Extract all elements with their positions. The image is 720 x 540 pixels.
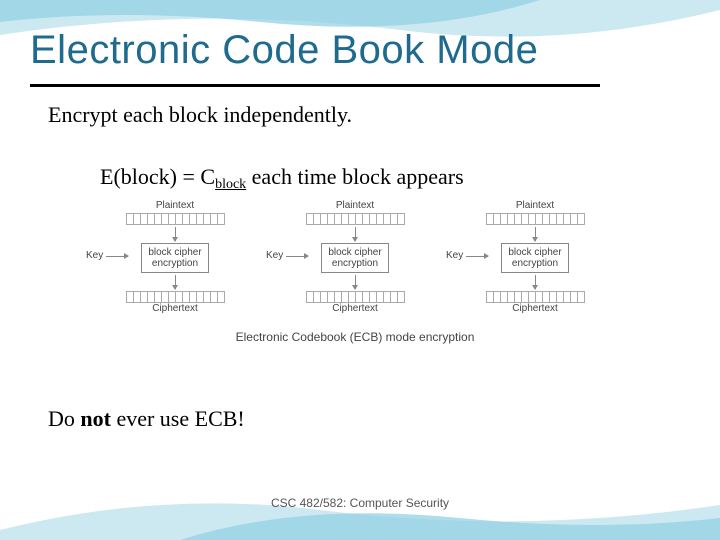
arrow-right-icon [286,256,308,257]
cipher-box: block cipherencryption [141,243,208,273]
arrow-down-icon [175,275,176,289]
arrow-down-icon [175,227,176,241]
plaintext-label: Plaintext [516,200,554,211]
formula-rhs: each time block appears [246,164,463,189]
arrow-right-icon [466,256,488,257]
diagram-caption: Electronic Codebook (ECB) mode encryptio… [100,330,610,344]
slide-title: Electronic Code Book Mode [30,28,538,73]
key-label: Key [446,250,463,261]
ciphertext-label: Ciphertext [332,303,378,314]
arrow-down-icon [355,275,356,289]
arrow-right-icon [106,256,128,257]
decorative-wave-bottom [0,480,720,540]
cipher-box: block cipherencryption [501,243,568,273]
key-label: Key [266,250,283,261]
plaintext-bits [126,213,225,225]
arrow-down-icon [535,227,536,241]
formula-subscript: block [215,177,246,192]
cipher-unit-1: Plaintext Key block cipherencryption Cip… [100,200,250,316]
plaintext-bits [486,213,585,225]
ecb-diagram: Plaintext Key block cipherencryption Cip… [100,200,610,344]
slide-footer: CSC 482/582: Computer Security [0,496,720,510]
key-label: Key [86,250,103,261]
ciphertext-label: Ciphertext [512,303,558,314]
cipher-unit-3: Plaintext Key block cipherencryption Cip… [460,200,610,316]
warning-text: Do not ever use ECB! [48,406,245,432]
ciphertext-label: Ciphertext [152,303,198,314]
intro-text: Encrypt each block independently. [48,102,352,128]
formula-lhs: E(block) = C [100,164,215,189]
cipher-unit-2: Plaintext Key block cipherencryption Cip… [280,200,430,316]
arrow-down-icon [355,227,356,241]
ciphertext-bits [306,291,405,303]
cipher-box: block cipherencryption [321,243,388,273]
ciphertext-bits [126,291,225,303]
arrow-down-icon [535,275,536,289]
plaintext-bits [306,213,405,225]
ciphertext-bits [486,291,585,303]
plaintext-label: Plaintext [336,200,374,211]
title-rule [30,84,600,87]
plaintext-label: Plaintext [156,200,194,211]
formula-text: E(block) = Cblock each time block appear… [100,164,464,190]
